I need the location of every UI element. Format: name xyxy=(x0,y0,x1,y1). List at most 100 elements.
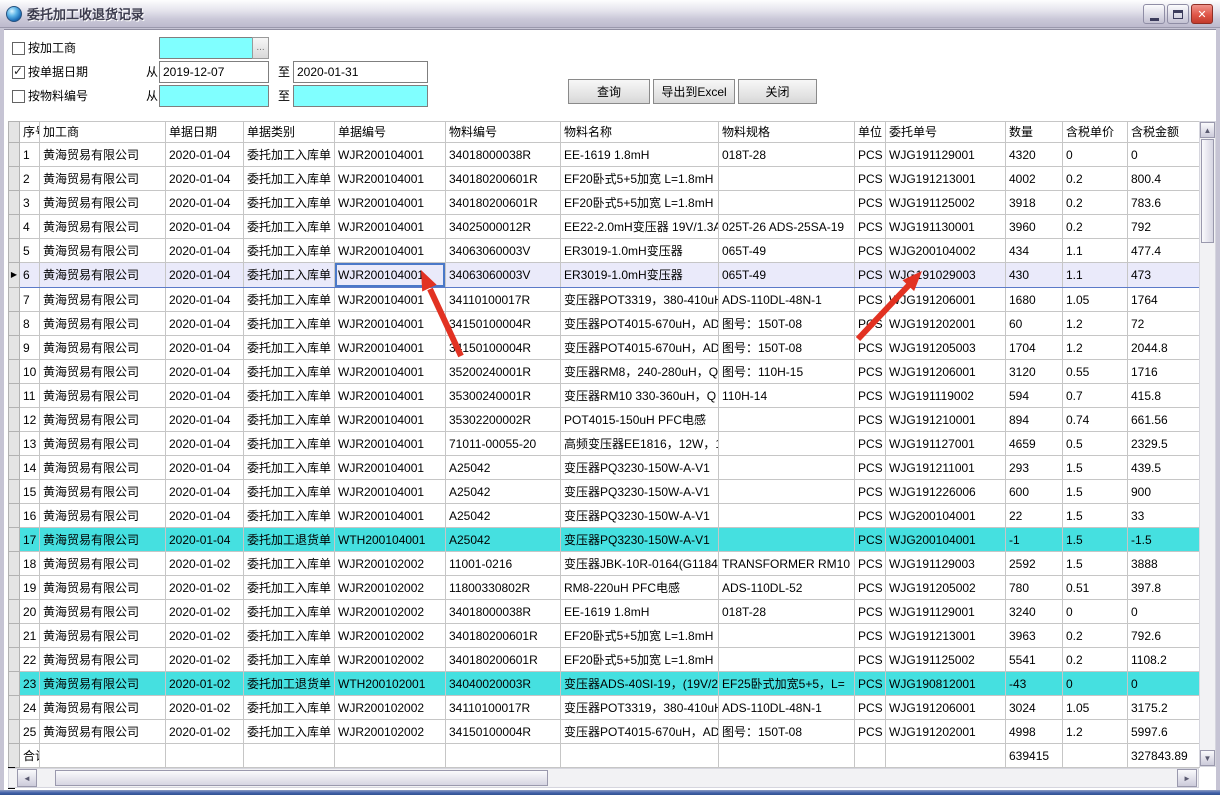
cell[interactable]: 1.1 xyxy=(1063,239,1128,263)
cell[interactable]: EE22-2.0mH变压器 19V/1.3A xyxy=(561,215,719,239)
cell[interactable]: 3888 xyxy=(1128,552,1200,576)
row-gutter[interactable] xyxy=(9,167,20,191)
table-row[interactable]: 2黄海贸易有限公司2020-01-04委托加工入库单WJR20010400134… xyxy=(9,167,1200,191)
cell[interactable]: PCS xyxy=(855,312,886,336)
cell[interactable]: 34150100004R xyxy=(446,720,561,744)
cell[interactable]: 2020-01-04 xyxy=(166,312,244,336)
cell[interactable]: 2020-01-02 xyxy=(166,696,244,720)
processor-browse-button[interactable]: ... xyxy=(252,37,269,59)
cell[interactable]: 图号：150T-08 xyxy=(719,312,855,336)
cell[interactable]: 2020-01-04 xyxy=(166,215,244,239)
cell[interactable]: WJG200104001 xyxy=(886,504,1006,528)
cell[interactable]: 1.5 xyxy=(1063,480,1128,504)
row-gutter[interactable] xyxy=(9,600,20,624)
table-row[interactable]: 22黄海贸易有限公司2020-01-02委托加工入库单WJR2001020023… xyxy=(9,648,1200,672)
cell[interactable]: 439.5 xyxy=(1128,456,1200,480)
column-header[interactable]: 物料编号 xyxy=(446,122,561,143)
cell[interactable]: PCS xyxy=(855,336,886,360)
cell[interactable]: 661.56 xyxy=(1128,408,1200,432)
cell[interactable]: 5997.6 xyxy=(1128,720,1200,744)
cell[interactable]: 图号：110H-15 xyxy=(719,360,855,384)
table-row[interactable]: 21黄海贸易有限公司2020-01-02委托加工入库单WJR2001020023… xyxy=(9,624,1200,648)
cell[interactable]: WJR200104001 xyxy=(335,432,446,456)
cell[interactable]: 黄海贸易有限公司 xyxy=(40,504,166,528)
row-gutter[interactable] xyxy=(9,552,20,576)
cell[interactable]: 14 xyxy=(20,456,40,480)
row-gutter[interactable] xyxy=(9,624,20,648)
cell[interactable]: 2020-01-04 xyxy=(166,480,244,504)
cell[interactable]: PCS xyxy=(855,480,886,504)
cell[interactable]: 1.05 xyxy=(1063,696,1128,720)
date-from-input[interactable] xyxy=(159,61,269,83)
cell[interactable]: WJR200102002 xyxy=(335,576,446,600)
cell[interactable] xyxy=(719,504,855,528)
cell[interactable]: WJR200104001 xyxy=(335,263,446,288)
cell[interactable]: PCS xyxy=(855,239,886,263)
cell[interactable]: 委托加工入库单 xyxy=(244,312,335,336)
column-header[interactable]: 单据日期 xyxy=(166,122,244,143)
cell[interactable]: 委托加工入库单 xyxy=(244,191,335,215)
cell[interactable]: WJR200104001 xyxy=(335,288,446,312)
cell[interactable]: WTH200104001 xyxy=(335,528,446,552)
cell[interactable]: 委托加工入库单 xyxy=(244,167,335,191)
cell[interactable]: 2020-01-04 xyxy=(166,239,244,263)
horizontal-scrollbar[interactable]: ◄ ► xyxy=(8,768,1199,788)
cell[interactable] xyxy=(719,648,855,672)
cell[interactable]: 21 xyxy=(20,624,40,648)
cell[interactable]: WJR200104001 xyxy=(335,312,446,336)
cell[interactable]: WJG191205003 xyxy=(886,336,1006,360)
cell[interactable]: 783.6 xyxy=(1128,191,1200,215)
vertical-scroll-thumb[interactable] xyxy=(1201,139,1214,243)
cell[interactable]: 高频变压器EE1816，12W，1 xyxy=(561,432,719,456)
cell[interactable]: 4320 xyxy=(1006,143,1063,167)
cell[interactable]: 900 xyxy=(1128,480,1200,504)
cell[interactable]: 35302200002R xyxy=(446,408,561,432)
cell[interactable]: 35300240001R xyxy=(446,384,561,408)
cell[interactable]: 34110100017R xyxy=(446,696,561,720)
cell[interactable]: 3175.2 xyxy=(1128,696,1200,720)
cell[interactable]: EE-1619 1.8mH xyxy=(561,143,719,167)
column-header[interactable]: 单据编号 xyxy=(335,122,446,143)
cell[interactable]: WJR200104001 xyxy=(335,456,446,480)
cell[interactable]: 894 xyxy=(1006,408,1063,432)
cell[interactable]: 委托加工入库单 xyxy=(244,480,335,504)
scroll-down-button[interactable]: ▼ xyxy=(1200,750,1215,766)
cell[interactable]: 0.7 xyxy=(1063,384,1128,408)
cell[interactable]: 2020-01-04 xyxy=(166,528,244,552)
cell[interactable]: 委托加工入库单 xyxy=(244,504,335,528)
cell[interactable]: 变压器POT4015-670uH，AD xyxy=(561,312,719,336)
cell[interactable]: 2020-01-04 xyxy=(166,288,244,312)
cell[interactable]: 3240 xyxy=(1006,600,1063,624)
cell[interactable]: 34063060003V xyxy=(446,239,561,263)
table-row[interactable]: 18黄海贸易有限公司2020-01-02委托加工入库单WJR2001020021… xyxy=(9,552,1200,576)
cell[interactable]: PCS xyxy=(855,600,886,624)
table-row[interactable]: 7黄海贸易有限公司2020-01-04委托加工入库单WJR20010400134… xyxy=(9,288,1200,312)
cell[interactable]: PCS xyxy=(855,648,886,672)
cell[interactable]: 477.4 xyxy=(1128,239,1200,263)
row-gutter[interactable] xyxy=(9,720,20,744)
cell[interactable] xyxy=(719,480,855,504)
cell[interactable] xyxy=(719,624,855,648)
cell[interactable]: 1108.2 xyxy=(1128,648,1200,672)
cell[interactable]: 0 xyxy=(1128,143,1200,167)
cell[interactable]: POT4015-150uH PFC电感 xyxy=(561,408,719,432)
cell[interactable]: WJR200104001 xyxy=(335,167,446,191)
cell[interactable]: WJG191129001 xyxy=(886,143,1006,167)
cell[interactable]: WJR200104001 xyxy=(335,504,446,528)
material-from-input[interactable] xyxy=(159,85,269,107)
row-gutter[interactable] xyxy=(9,480,20,504)
cell[interactable]: 变压器ADS-40SI-19，(19V/2. xyxy=(561,672,719,696)
cell[interactable]: 黄海贸易有限公司 xyxy=(40,360,166,384)
cell[interactable]: ADS-110DL-48N-1 xyxy=(719,696,855,720)
cell[interactable]: WJG191129003 xyxy=(886,552,1006,576)
cell[interactable]: 1.2 xyxy=(1063,336,1128,360)
cell[interactable]: 2020-01-02 xyxy=(166,672,244,696)
cell[interactable]: 594 xyxy=(1006,384,1063,408)
cell[interactable]: 11 xyxy=(20,384,40,408)
cell[interactable] xyxy=(719,167,855,191)
row-gutter[interactable] xyxy=(9,672,20,696)
minimize-button[interactable] xyxy=(1143,4,1165,24)
cell[interactable]: 2020-01-02 xyxy=(166,576,244,600)
cell[interactable]: 34018000038R xyxy=(446,600,561,624)
column-header[interactable]: 含税金额 xyxy=(1128,122,1200,143)
